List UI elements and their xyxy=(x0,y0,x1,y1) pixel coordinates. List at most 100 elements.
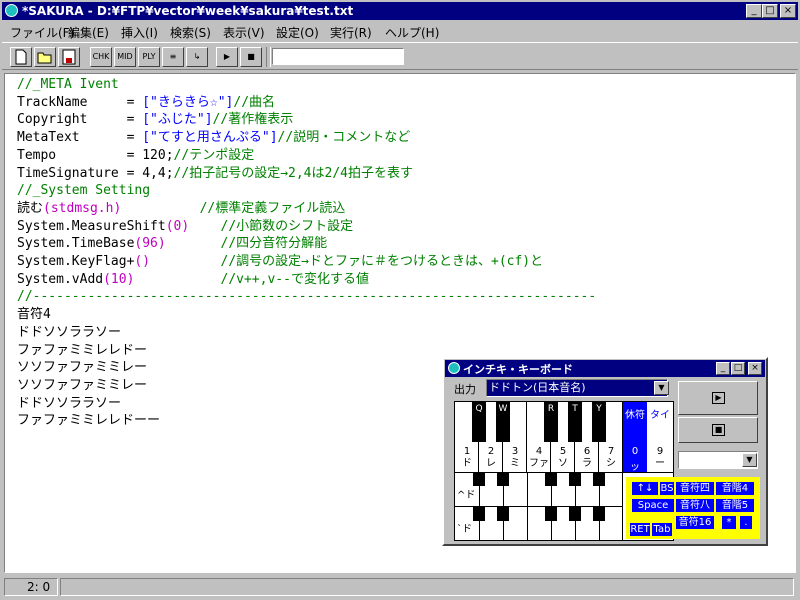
editor-line[interactable]: ドドソソララソー xyxy=(17,324,121,342)
chevron-down-icon: ▼ xyxy=(658,383,665,392)
code-token: //小節数のシフト設定 xyxy=(220,218,354,234)
editor-line[interactable]: System.TimeBase(96) //四分音符分解能 xyxy=(17,235,327,253)
open-file-button[interactable] xyxy=(34,47,56,67)
toolbar-input[interactable] xyxy=(272,48,404,65)
play-midi-button[interactable]: PLY xyxy=(138,47,160,67)
code-token: Tempo = 120; xyxy=(17,147,174,163)
editor-line[interactable]: TimeSignature = 4,4;//拍子記号の設定→2,4は2/4拍子を… xyxy=(17,165,413,183)
menu-run[interactable]: 実行(R) xyxy=(330,24,372,41)
list-button[interactable]: ≡ xyxy=(162,47,184,67)
sharp-key-q[interactable]: Q xyxy=(472,402,486,442)
code-token: ファファミミレレドー xyxy=(17,342,148,358)
sharp-key-t[interactable]: T xyxy=(568,402,582,442)
export-button[interactable]: ↳ xyxy=(186,47,208,67)
key-so-num: 5 xyxy=(559,446,567,457)
code-token: () xyxy=(134,254,151,269)
code-token: System.vAdd xyxy=(17,271,104,287)
editor-line[interactable]: //--------------------------------------… xyxy=(17,288,596,306)
code-token: MetaText = xyxy=(17,130,143,146)
code-token: 音符4 xyxy=(17,307,51,323)
key-re-name: レ xyxy=(486,458,496,469)
check-button[interactable]: CHK xyxy=(90,47,112,67)
app-icon[interactable] xyxy=(5,4,18,17)
chevron-down-icon: ▼ xyxy=(746,455,753,464)
status-message xyxy=(60,578,794,596)
menu-view[interactable]: 表示(V) xyxy=(223,24,265,41)
keyboard-app-icon[interactable] xyxy=(448,362,460,374)
toolbar: CHK MID PLY ≡ ↳ ▶ ■ xyxy=(2,42,798,70)
menu-search[interactable]: 検索(S) xyxy=(170,24,211,41)
title-bar[interactable]: *SAKURA - D:¥FTP¥vector¥week¥sakura¥test… xyxy=(2,2,798,20)
code-token: TimeSignature = 4,4; xyxy=(17,165,174,181)
keyboard-play-button[interactable]: ▶ xyxy=(678,381,758,415)
code-token: (10) xyxy=(103,271,135,287)
output-select[interactable]: ドドトン(日本音名) xyxy=(486,379,668,397)
editor-line[interactable]: System.vAdd(10) //v++,v--で変化する値 xyxy=(17,271,369,289)
keyboard-stop-button[interactable]: ■ xyxy=(678,417,758,443)
code-token: //調号の設定→ドとファに＃をつけるときは、+(cf)と xyxy=(220,254,544,269)
cursor-position: 2: 0 xyxy=(4,578,58,596)
editor-line[interactable]: TrackName = ["きらきら☆"]//曲名 xyxy=(17,94,275,112)
save-file-button[interactable] xyxy=(58,47,80,67)
midi-button[interactable]: MID xyxy=(114,47,136,67)
minimize-button[interactable]: _ xyxy=(746,4,762,18)
keyboard-option-select[interactable]: ▼ xyxy=(678,451,758,469)
code-token: (96) xyxy=(134,236,166,252)
piano-roll[interactable]: ^ド `ド xyxy=(455,472,623,540)
arrow-keys-hint: ↑↓ xyxy=(632,482,658,495)
editor-line[interactable]: //_META Ivent xyxy=(17,76,119,94)
code-token: ソソファファミミレー xyxy=(17,377,148,393)
editor-line[interactable]: ソソファファミミレー xyxy=(17,359,147,377)
editor-line[interactable]: 読む(stdmsg.h) //標準定義ファイル読込 xyxy=(17,200,345,218)
editor-line[interactable]: System.KeyFlag+() //調号の設定→ドとファに＃をつけるときは、… xyxy=(17,253,543,271)
keyboard-close-button[interactable]: × xyxy=(748,362,762,375)
new-file-button[interactable] xyxy=(10,47,32,67)
editor-line[interactable]: ドドソソララソー xyxy=(17,395,121,413)
upper-octave-label: ^ド xyxy=(457,490,476,501)
editor-line[interactable]: Copyright = ["ふじた"]//著作権表示 xyxy=(17,111,293,129)
sharp-key-y[interactable]: Y xyxy=(592,402,606,442)
menu-help[interactable]: ヘルプ(H) xyxy=(385,24,439,41)
menu-settings[interactable]: 設定(O) xyxy=(276,24,319,41)
sharp-key-r[interactable]: R xyxy=(544,402,558,442)
tie-key[interactable]: タイ 9 ー xyxy=(647,402,673,472)
play-icon: ▶ xyxy=(712,392,725,404)
save-icon xyxy=(62,49,76,65)
editor-line[interactable]: //_System Setting xyxy=(17,182,150,200)
editor-line[interactable]: ファファミミレレドー xyxy=(17,342,147,360)
key-re-num: 2 xyxy=(487,446,495,457)
code-token: ["てすと用さんぷる"] xyxy=(142,130,278,146)
stop-button[interactable]: ■ xyxy=(240,47,262,67)
keyboard-option-dropdown[interactable]: ▼ xyxy=(742,453,757,467)
output-dropdown-button[interactable]: ▼ xyxy=(654,381,669,395)
maximize-button[interactable]: □ xyxy=(762,4,778,18)
play-button[interactable]: ▶ xyxy=(216,47,238,67)
editor-line[interactable]: System.MeasureShift(0) //小節数のシフト設定 xyxy=(17,218,353,236)
code-token: System.MeasureShift xyxy=(17,218,166,234)
note4-hint: 音符四 xyxy=(676,482,714,495)
editor-line[interactable]: 音符4 xyxy=(17,306,51,324)
stop-icon: ■ xyxy=(247,52,255,61)
code-token: //曲名 xyxy=(233,94,276,110)
rest-key[interactable]: 休符 0 ッ xyxy=(623,402,647,473)
menu-file[interactable]: ファイル(F) xyxy=(10,24,74,41)
output-select-value: ドドトン(日本音名) xyxy=(489,381,586,394)
menu-edit[interactable]: 編集(E) xyxy=(68,24,109,41)
editor-line[interactable]: ファファミミレレドーー xyxy=(17,412,160,430)
editor-line[interactable]: MetaText = ["てすと用さんぷる"]//説明・コメントなど xyxy=(17,129,410,147)
check-icon: CHK xyxy=(92,52,110,61)
close-button[interactable]: × xyxy=(780,4,796,18)
editor-line[interactable]: ソソファファミミレー xyxy=(17,377,147,395)
keyboard-maximize-button[interactable]: □ xyxy=(731,362,745,375)
sharp-key-w[interactable]: W xyxy=(496,402,510,442)
code-token: ["きらきら☆"] xyxy=(142,94,234,110)
code-token: //四分音符分解能 xyxy=(220,236,328,252)
menu-insert[interactable]: 挿入(I) xyxy=(121,24,158,41)
key-ra-name: ラ xyxy=(582,458,592,469)
editor-line[interactable]: Tempo = 120;//テンポ設定 xyxy=(17,147,254,165)
keyboard-title-bar[interactable]: インチキ・キーボード _ □ × xyxy=(445,360,765,377)
keyboard-window[interactable]: インチキ・キーボード _ □ × 出力 ドドトン(日本音名) ▼ 1 ド 2 レ… xyxy=(442,357,768,546)
keyboard-minimize-button[interactable]: _ xyxy=(716,362,730,375)
